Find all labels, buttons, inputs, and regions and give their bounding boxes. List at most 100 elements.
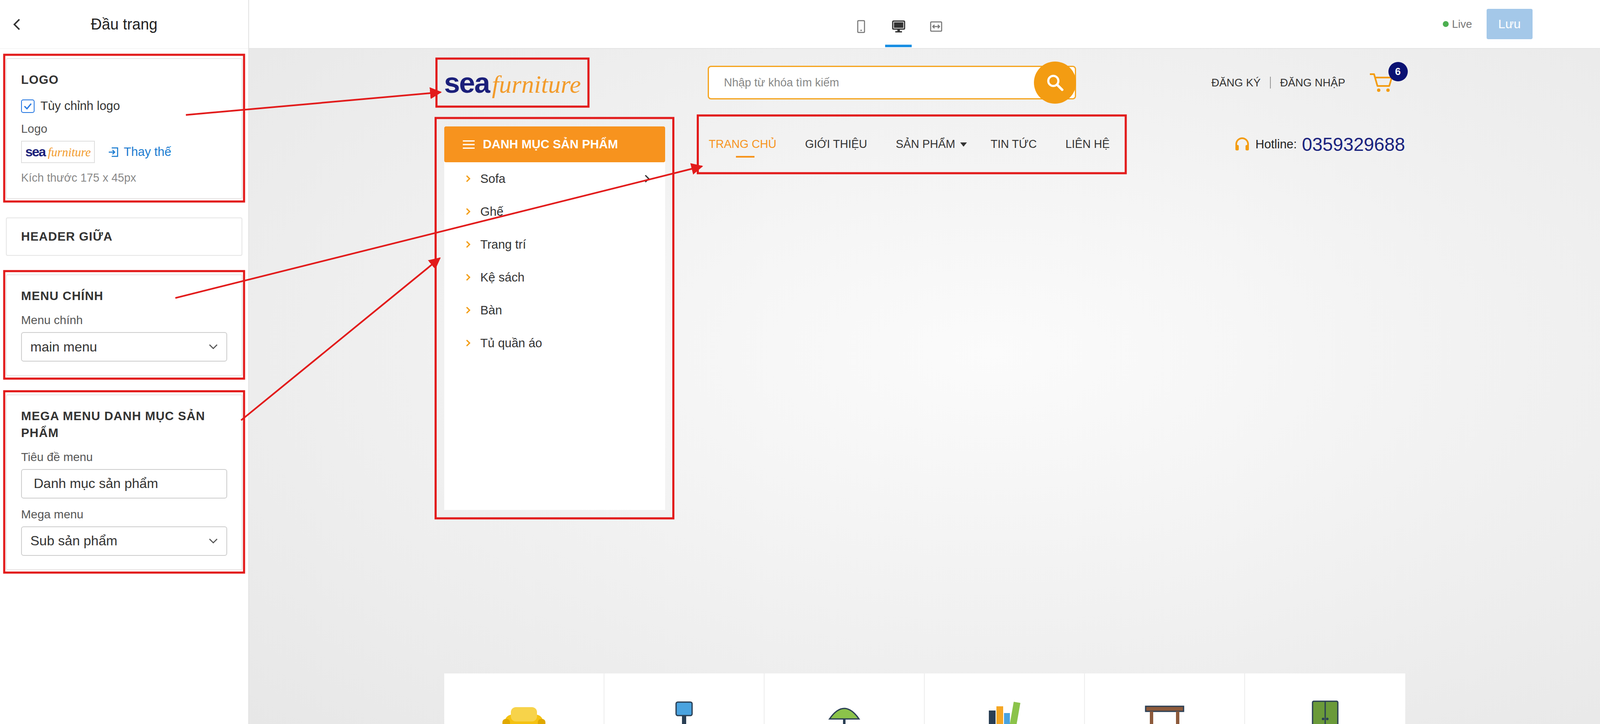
- dropdown-icon[interactable]: [208, 538, 218, 545]
- category-label[interactable]: Trang trí: [480, 237, 527, 252]
- section-title: MENU CHÍNH: [21, 287, 228, 305]
- field-value[interactable]: Sub sản phẩm: [30, 533, 118, 549]
- category-item[interactable]: Trang trí: [444, 228, 666, 261]
- category-label[interactable]: Ghế: [480, 204, 504, 219]
- hotline-number[interactable]: 0359329688: [1302, 134, 1406, 156]
- headset-icon: [1234, 136, 1251, 153]
- site-preview: seafurniture Nhập từ khóa tìm kiếm ĐĂNG KÝ…: [249, 48, 1600, 724]
- search-input[interactable]: Nhập từ khóa tìm kiếm: [707, 65, 1077, 100]
- site-header: seafurniture Nhập từ khóa tìm kiếm ĐĂNG KÝ…: [444, 48, 1406, 117]
- nav-item[interactable]: LIÊN HỆ: [1065, 131, 1115, 158]
- category-item[interactable]: Bàn: [444, 293, 666, 327]
- live-status: Live: [1442, 17, 1473, 31]
- device-button[interactable]: [922, 0, 950, 49]
- logo-thumbnail: seafurniture: [21, 140, 95, 164]
- dropdown-icon[interactable]: [208, 343, 218, 350]
- device-button[interactable]: [885, 0, 912, 49]
- save-button[interactable]: Lưu: [1486, 8, 1533, 40]
- annotation-arrow: [241, 258, 441, 421]
- field-value[interactable]: main menu: [30, 339, 97, 355]
- desktop-icon[interactable]: [891, 19, 906, 34]
- books-icon[interactable]: [981, 697, 1028, 724]
- category-card[interactable]: [604, 673, 765, 724]
- logo-row: seafurniture Thay thế: [21, 140, 228, 164]
- nav-line[interactable]: TIN TỨC: [990, 137, 1042, 151]
- site-content: seafurniture Nhập từ khóa tìm kiếm ĐĂNG KÝ…: [444, 48, 1406, 724]
- nav-item[interactable]: SẢN PHẨM: [895, 131, 967, 158]
- category-card[interactable]: [1084, 673, 1246, 724]
- nav-label[interactable]: TIN TỨC: [990, 137, 1037, 151]
- site-logo[interactable]: seafurniture: [444, 66, 582, 100]
- nav-label[interactable]: GIỚI THIỆU: [805, 137, 868, 151]
- nav-item[interactable]: TIN TỨC: [990, 131, 1042, 158]
- submenu-arrow-icon[interactable]: [644, 174, 650, 184]
- logo-preview[interactable]: seafurniture: [25, 144, 91, 160]
- search-icon[interactable]: [1045, 73, 1065, 92]
- menu-icon[interactable]: [462, 139, 475, 150]
- settings-section: LOGOTùy chỉnh logoLogoseafurnitureThay t…: [5, 58, 243, 199]
- category-card[interactable]: [1245, 673, 1406, 724]
- panel-title: Đầu trang: [33, 15, 215, 34]
- category-card[interactable]: [764, 673, 925, 724]
- nav-label[interactable]: TRANG CHỦ: [708, 137, 777, 151]
- select-field[interactable]: Sub sản phẩm: [21, 526, 228, 556]
- category-menu-header[interactable]: DANH MỤC SẢN PHẨM: [444, 126, 666, 163]
- device-switcher: [847, 0, 950, 49]
- category-label[interactable]: Kệ sách: [480, 270, 525, 285]
- category-item[interactable]: Kệ sách: [444, 260, 666, 294]
- account-link[interactable]: ĐĂNG KÝ: [1211, 76, 1261, 90]
- category-label[interactable]: Tủ quần áo: [480, 336, 543, 351]
- wardrobe-icon[interactable]: [1302, 697, 1349, 724]
- nav-item[interactable]: GIỚI THIỆU: [805, 131, 873, 158]
- fullwidth-icon[interactable]: [928, 19, 944, 34]
- select-field[interactable]: main menu: [21, 332, 228, 362]
- cart-badge: 6: [1388, 61, 1408, 82]
- lamp-icon[interactable]: [821, 697, 868, 724]
- category-item[interactable]: Ghế: [444, 195, 666, 229]
- cart[interactable]: 6: [1369, 67, 1406, 98]
- preview-area: Live Lưu seafurniture Nhập từ khóa tìm kiếm…: [249, 0, 1600, 724]
- logo-word: sea: [25, 144, 46, 160]
- table-icon[interactable]: [1141, 697, 1188, 724]
- category-menu-title[interactable]: DANH MỤC SẢN PHẨM: [483, 137, 619, 152]
- section-title[interactable]: HEADER GIỮA: [21, 228, 228, 245]
- logo-checkbox[interactable]: [21, 99, 35, 113]
- size-hint: Kích thước 175 x 45px: [21, 171, 228, 185]
- sofa-icon[interactable]: [500, 697, 548, 724]
- chair-icon[interactable]: [660, 697, 708, 724]
- caret-down-icon[interactable]: [960, 142, 967, 147]
- category-label[interactable]: Bàn: [480, 303, 503, 318]
- checkbox-label[interactable]: Tùy chỉnh logo: [40, 99, 121, 113]
- nav-line[interactable]: GIỚI THIỆU: [805, 137, 873, 151]
- replace-text[interactable]: Thay thế: [123, 144, 172, 159]
- nav-line[interactable]: SẢN PHẨM: [895, 137, 967, 151]
- nav-line[interactable]: TRANG CHỦ: [708, 137, 782, 151]
- device-underline: [922, 44, 950, 48]
- logo-word: furniture: [47, 145, 91, 160]
- search-button[interactable]: [1033, 61, 1077, 104]
- checkbox-row[interactable]: Tùy chỉnh logo: [21, 99, 228, 113]
- settings-section: MENU CHÍNHMenu chínhmain menu: [5, 274, 243, 376]
- replace-icon[interactable]: [107, 146, 120, 159]
- category-card[interactable]: [444, 673, 605, 724]
- back-icon[interactable]: [11, 16, 22, 33]
- category-label[interactable]: Sofa: [480, 171, 506, 186]
- category-item[interactable]: Tủ quần áo: [444, 326, 666, 360]
- mobile-icon[interactable]: [853, 19, 869, 34]
- settings-section[interactable]: HEADER GIỮA: [5, 217, 243, 256]
- category-card[interactable]: [924, 673, 1085, 724]
- field-value[interactable]: Danh mục sản phẩm: [33, 475, 159, 492]
- text-field[interactable]: Danh mục sản phẩm: [21, 469, 228, 499]
- category-menu: DANH MỤC SẢN PHẨM Sofa Ghế Trang trí Kệ sách…: [444, 126, 666, 511]
- nav-label[interactable]: LIÊN HỆ: [1065, 137, 1110, 151]
- category-item[interactable]: Sofa: [444, 162, 666, 196]
- search-bar[interactable]: Nhập từ khóa tìm kiếm: [707, 61, 1077, 104]
- nav-label[interactable]: SẢN PHẨM: [895, 137, 956, 151]
- device-button[interactable]: [847, 0, 875, 49]
- account-link[interactable]: ĐĂNG NHẬP: [1280, 76, 1346, 90]
- nav-item[interactable]: TRANG CHỦ: [708, 131, 782, 158]
- replace-link[interactable]: Thay thế: [107, 144, 172, 159]
- nav-line[interactable]: LIÊN HỆ: [1065, 137, 1115, 151]
- settings-section: MEGA MENU DANH MỤC SẢN PHẨMTiêu đề menuD…: [5, 394, 243, 570]
- annotation-arrow: [175, 166, 703, 299]
